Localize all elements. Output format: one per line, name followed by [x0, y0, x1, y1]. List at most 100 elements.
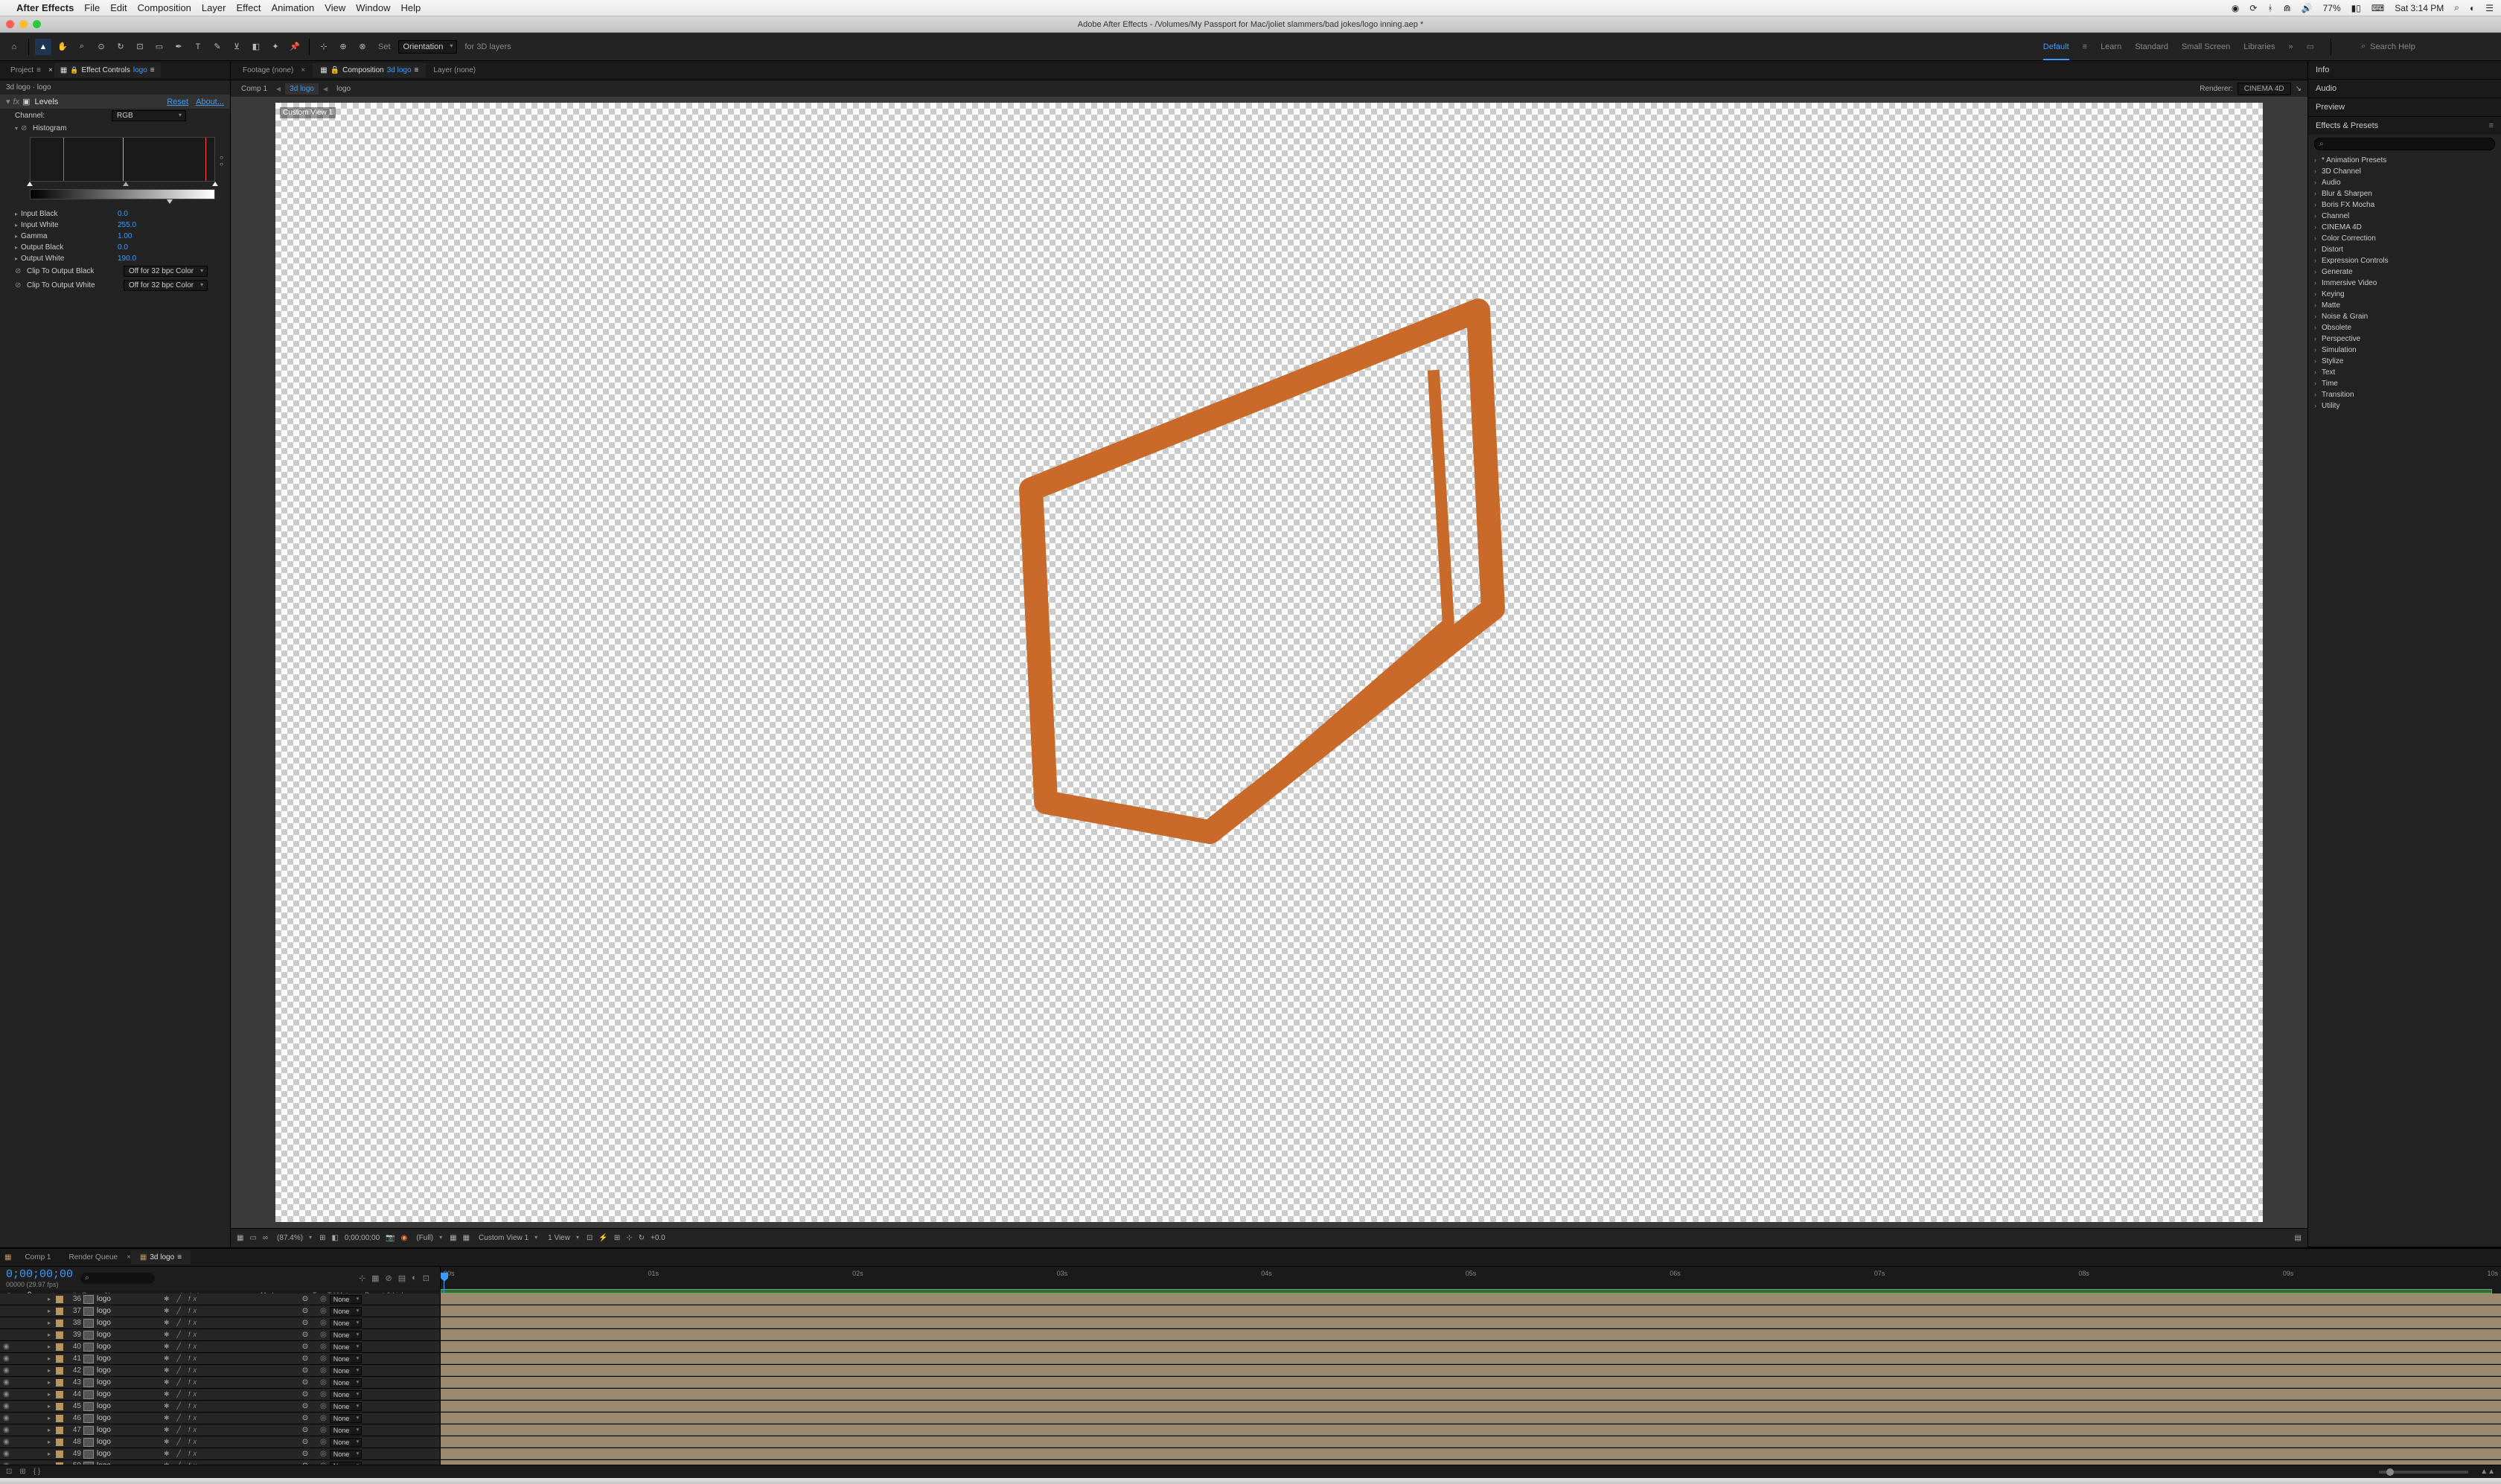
layer-bar[interactable]: [441, 1317, 2501, 1328]
preset-category[interactable]: Noise & Grain: [2311, 311, 2498, 322]
layer-color-swatch[interactable]: [56, 1379, 63, 1387]
layer-twirl[interactable]: ▸: [45, 1367, 54, 1374]
layer-bar[interactable]: [441, 1389, 2501, 1400]
3d-switch-icon[interactable]: ⊙: [302, 1319, 308, 1327]
fx-switch[interactable]: fx: [188, 1402, 199, 1410]
preset-search-input[interactable]: ⌕: [2314, 138, 2495, 150]
prop-value[interactable]: 0.0: [118, 210, 128, 218]
timeline-timecode[interactable]: 0;00;00;00: [6, 1268, 73, 1281]
layer-color-swatch[interactable]: [56, 1451, 63, 1458]
wifi-icon[interactable]: ⋒: [2284, 3, 2291, 13]
video-toggle-icon[interactable]: ◉: [3, 1390, 10, 1398]
shy-switch[interactable]: ✱: [164, 1450, 173, 1458]
toggle-switches-icon[interactable]: ⊡: [6, 1468, 12, 1476]
resolution-dropdown[interactable]: (Full): [413, 1232, 444, 1244]
layer-twirl[interactable]: ▸: [45, 1439, 54, 1445]
snapshot-icon[interactable]: 📷: [386, 1234, 395, 1242]
layer-twirl[interactable]: ▸: [45, 1296, 54, 1302]
layer-row[interactable]: ◉ ▸ 43 logo ✱ ╱ fx ⊙ ◎ None: [0, 1377, 2501, 1389]
local-axis-mode[interactable]: ⊹: [316, 39, 332, 55]
gamma-handle[interactable]: [123, 182, 129, 186]
battery-percent[interactable]: 77%: [2323, 3, 2341, 13]
shy-switch[interactable]: ✱: [164, 1307, 173, 1315]
bluetooth-icon[interactable]: ᚼ: [2267, 3, 2272, 13]
layer-row[interactable]: ◉ ▸ 44 logo ✱ ╱ fx ⊙ ◎ None: [0, 1389, 2501, 1401]
fx-switch[interactable]: fx: [188, 1414, 199, 1422]
twirl-prop[interactable]: ▸: [15, 211, 21, 217]
composition-tab[interactable]: ▦ 🔒 Composition 3d logo ≡: [313, 63, 426, 77]
twirl-prop[interactable]: ▸: [15, 233, 21, 240]
clip-white-dropdown[interactable]: Off for 32 bpc Color: [124, 280, 208, 291]
behind-tool[interactable]: ⊡: [132, 39, 148, 55]
collapse-switch[interactable]: ╱: [177, 1450, 184, 1458]
effect-controls-tab[interactable]: ▦ 🔒 Effect Controls logo ≡: [54, 63, 161, 77]
layer-name[interactable]: logo: [97, 1295, 164, 1303]
layer-name[interactable]: logo: [97, 1307, 164, 1315]
layer-row[interactable]: ▸ 36 logo ✱ ╱ fx ⊙ ◎ None: [0, 1293, 2501, 1305]
layer-row[interactable]: ◉ ▸ 40 logo ✱ ╱ fx ⊙ ◎ None: [0, 1341, 2501, 1353]
layer-bar[interactable]: [441, 1401, 2501, 1412]
prop-value[interactable]: 255.0: [118, 221, 136, 229]
collapse-switch[interactable]: ╱: [177, 1319, 184, 1327]
layer-name[interactable]: logo: [97, 1438, 164, 1446]
3d-switch-icon[interactable]: ⊙: [302, 1426, 308, 1434]
layer-bar[interactable]: [441, 1436, 2501, 1448]
shy-switch[interactable]: ✱: [164, 1414, 173, 1422]
parent-dropdown[interactable]: None: [330, 1402, 362, 1411]
parent-pickwhip-icon[interactable]: ◎: [320, 1378, 327, 1387]
menu-file[interactable]: File: [84, 2, 100, 13]
layer-color-swatch[interactable]: [56, 1403, 63, 1410]
shy-switch[interactable]: ✱: [164, 1402, 173, 1410]
orientation-dropdown[interactable]: Orientation: [398, 40, 458, 54]
collapse-switch[interactable]: ╱: [177, 1426, 184, 1434]
rectangle-tool[interactable]: ▭: [151, 39, 167, 55]
fx-switch[interactable]: fx: [188, 1295, 199, 1303]
preset-category[interactable]: Transition: [2311, 389, 2498, 400]
3d-switch-icon[interactable]: ⊙: [302, 1295, 308, 1303]
video-toggle-icon[interactable]: ◉: [3, 1426, 10, 1434]
fx-switch[interactable]: fx: [188, 1426, 199, 1434]
toggle-modes-icon[interactable]: ⊞: [19, 1468, 25, 1476]
parent-pickwhip-icon[interactable]: ◎: [320, 1319, 327, 1327]
comp-crumb-1[interactable]: 3d logo: [285, 83, 319, 95]
input-icon[interactable]: ⌨: [2371, 3, 2384, 13]
hide-shy-icon[interactable]: ⊘: [386, 1273, 392, 1283]
layer-bar[interactable]: [441, 1293, 2501, 1305]
layer-bar[interactable]: [441, 1341, 2501, 1352]
layer-bar[interactable]: [441, 1329, 2501, 1340]
workspace-libraries[interactable]: Libraries: [2243, 42, 2275, 51]
transparency-grid-icon[interactable]: ▦: [450, 1234, 456, 1242]
timeline-tab-render-queue[interactable]: Render Queue: [60, 1250, 127, 1264]
layer-name[interactable]: logo: [97, 1426, 164, 1434]
layer-color-swatch[interactable]: [56, 1391, 63, 1398]
3d-switch-icon[interactable]: ⊙: [302, 1414, 308, 1422]
collapse-switch[interactable]: ╱: [177, 1378, 184, 1387]
comp-crumb-0[interactable]: Comp 1: [237, 83, 272, 95]
layer-color-swatch[interactable]: [56, 1367, 63, 1375]
twirl-prop[interactable]: ▸: [15, 244, 21, 251]
collapse-switch[interactable]: ╱: [177, 1402, 184, 1410]
info-panel-header[interactable]: Info: [2308, 61, 2501, 79]
fx-switch[interactable]: fx: [188, 1390, 199, 1398]
layer-row[interactable]: ◉ ▸ 45 logo ✱ ╱ fx ⊙ ◎ None: [0, 1401, 2501, 1413]
layer-row[interactable]: ◉ ▸ 46 logo ✱ ╱ fx ⊙ ◎ None: [0, 1413, 2501, 1424]
graph-editor-icon[interactable]: ⊡: [423, 1273, 429, 1283]
collapse-switch[interactable]: ╱: [177, 1390, 184, 1398]
layer-twirl[interactable]: ▸: [45, 1391, 54, 1398]
parent-pickwhip-icon[interactable]: ◎: [320, 1414, 327, 1422]
layer-name[interactable]: logo: [97, 1378, 164, 1387]
3d-switch-icon[interactable]: ⊙: [302, 1355, 308, 1363]
notification-icon[interactable]: ☰: [2485, 3, 2494, 13]
view-axis-mode[interactable]: ⊗: [354, 39, 371, 55]
preview-panel-header[interactable]: Preview: [2308, 98, 2501, 116]
parent-pickwhip-icon[interactable]: ◎: [320, 1307, 327, 1315]
stopwatch-histogram[interactable]: ⊘: [21, 124, 30, 132]
rotate-tool[interactable]: ↻: [112, 39, 129, 55]
twirl-prop[interactable]: ▸: [15, 255, 21, 262]
preset-category[interactable]: Text: [2311, 367, 2498, 378]
layer-twirl[interactable]: ▸: [45, 1403, 54, 1410]
brush-tool[interactable]: ✎: [209, 39, 226, 55]
layer-color-swatch[interactable]: [56, 1343, 63, 1351]
fx-switch[interactable]: fx: [188, 1343, 199, 1351]
work-area-bar[interactable]: [441, 1289, 2492, 1293]
